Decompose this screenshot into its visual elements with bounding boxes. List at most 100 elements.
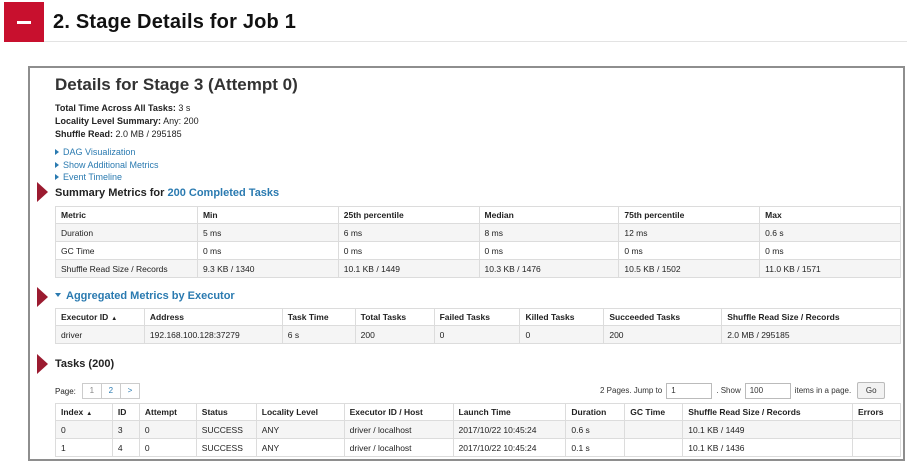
column-header-index[interactable]: Index ▲ [55,403,113,421]
table-cell [624,438,684,457]
jump-to-page-input[interactable]: 1 [666,382,713,399]
table-cell: 0 ms [618,241,761,260]
section-header: 2. Stage Details for Job 1 [4,2,907,42]
table-cell: SUCCESS [195,420,257,439]
completed-tasks-link[interactable]: 200 Completed Tasks [167,187,279,199]
summary-value: Any: 200 [163,116,199,126]
column-header[interactable]: Total Tasks [354,308,435,326]
event-timeline-link[interactable]: Event Timeline [55,171,159,184]
minus-icon [17,20,31,24]
section-title: 2. Stage Details for Job 1 [53,10,297,33]
page-controls: 2 Pages. Jump to 1 . Show 100 items in a… [600,382,886,399]
table-cell: 2017/10/22 10:45:24 [452,420,567,439]
stage-details-panel: Details for Stage 3 (Attempt 0) Total Ti… [28,66,905,461]
table-cell: 8 ms [478,223,620,242]
pagination: Page: 1 2 > [55,383,140,399]
table-cell: 0 ms [196,241,339,260]
column-header[interactable]: Max [759,206,901,224]
table-cell: 10.3 KB / 1476 [478,259,620,278]
column-header[interactable]: Median [478,206,620,224]
column-header[interactable]: 25th percentile [337,206,480,224]
table-cell: 4 [111,438,140,457]
header-divider [44,41,907,42]
column-header[interactable]: ID [111,403,140,421]
table-cell: 3 [111,420,140,439]
summary-value: 2.0 MB / 295185 [115,129,182,139]
stage-title: Details for Stage 3 (Attempt 0) [55,75,298,94]
table-cell [624,420,684,439]
table-cell: 192.168.100.128:37279 [143,325,283,344]
aggregated-metrics-toggle[interactable]: Aggregated Metrics by Executor [55,290,235,302]
table-row: driver 192.168.100.128:37279 6 s 200 0 0… [55,325,901,344]
summary-label: Total Time Across All Tasks: [55,103,176,113]
column-header[interactable]: 75th percentile [618,206,761,224]
table-cell: 0 ms [478,241,620,260]
expand-triangle-icon [55,174,59,180]
show-label: . Show [716,386,741,395]
column-header-label: Executor ID [61,312,109,322]
summary-shuffle-read: Shuffle Read: 2.0 MB / 295185 [55,128,199,141]
table-header-row: Index ▲ ID Attempt Status Locality Level … [55,403,902,421]
column-header-executor-id[interactable]: Executor ID ▲ [55,308,145,326]
column-header[interactable]: Executor ID / Host [343,403,454,421]
table-cell: 0 ms [337,241,480,260]
table-cell: 0 [138,420,197,439]
summary-metrics-heading: Summary Metrics for 200 Completed Tasks [55,187,279,199]
table-cell: 11.0 KB / 1571 [759,259,901,278]
section-marker-icon [37,287,48,307]
expand-triangle-icon [55,161,59,168]
column-header[interactable]: Address [143,308,283,326]
column-header[interactable]: Launch Time [452,403,567,421]
column-header[interactable]: Shuffle Read Size / Records [721,308,901,326]
table-cell: 0 [519,325,605,344]
column-header[interactable]: Killed Tasks [519,308,605,326]
column-header[interactable]: Locality Level [255,403,345,421]
column-header[interactable]: Shuffle Read Size / Records [682,403,853,421]
summary-value: 3 s [178,103,191,113]
collapse-button[interactable] [4,2,44,42]
column-header-label: Index [61,407,84,417]
column-header[interactable]: Succeeded Tasks [603,308,723,326]
column-header[interactable]: Min [196,206,339,224]
column-header[interactable]: Attempt [138,403,197,421]
table-cell [851,420,902,439]
table-cell: 0 [138,438,197,457]
table-cell: 2.0 MB / 295185 [721,325,901,344]
column-header[interactable]: Status [195,403,257,421]
table-cell: 0 [55,420,113,439]
summary-total-time: Total Time Across All Tasks: 3 s [55,102,199,115]
table-cell: 10.1 KB / 1449 [682,420,853,439]
column-header[interactable]: Task Time [281,308,356,326]
table-cell: 0.6 s [565,420,626,439]
go-button[interactable]: Go [857,382,886,399]
table-cell: 5 ms [196,223,339,242]
next-page-button[interactable]: > [119,383,140,399]
column-header[interactable]: GC Time [624,403,684,421]
column-header[interactable]: Failed Tasks [433,308,521,326]
table-cell: 1 [55,438,113,457]
table-row: Duration 5 ms 6 ms 8 ms 12 ms 0.6 s [55,223,901,242]
table-cell: ANY [255,420,345,439]
section-marker-icon [37,354,48,374]
page-size-input[interactable]: 100 [744,382,791,399]
table-cell: Duration [55,223,198,242]
column-header[interactable]: Metric [55,206,198,224]
table-cell: 10.1 KB / 1449 [337,259,480,278]
table-cell: driver / localhost [343,438,454,457]
table-cell: 10.5 KB / 1502 [618,259,761,278]
table-cell: 0 ms [759,241,901,260]
table-cell: driver / localhost [343,420,454,439]
additional-metrics-link[interactable]: Show Additional Metrics [55,159,159,172]
page-label: Page: [55,386,76,396]
table-cell: 6 s [281,325,356,344]
dag-visualization-link[interactable]: DAG Visualization [55,146,159,159]
page-1-button[interactable]: 1 [81,383,102,399]
column-header[interactable]: Errors [851,403,902,421]
page-2-button[interactable]: 2 [100,383,121,399]
table-cell: 0.1 s [565,438,626,457]
table-cell: 9.3 KB / 1340 [196,259,339,278]
table-header-row: Metric Min 25th percentile Median 75th p… [55,206,901,224]
table-cell: 200 [603,325,723,344]
column-header[interactable]: Duration [565,403,626,421]
caret-down-icon [55,293,61,297]
